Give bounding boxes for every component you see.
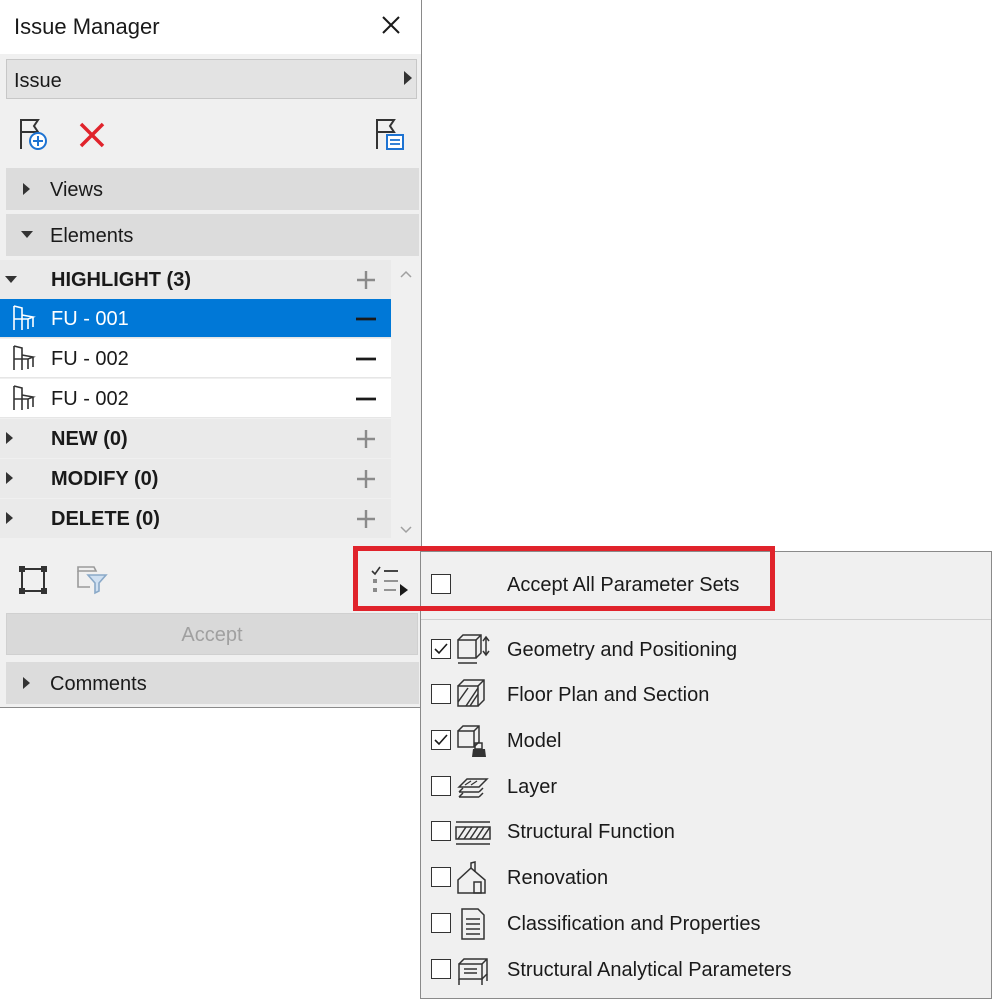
classification-and-properties-option[interactable]: Classification and Properties — [421, 902, 991, 946]
option-label: Structural Function — [507, 821, 675, 843]
collapsed-arrow-icon — [6, 432, 13, 444]
floor-plan-and-section-option[interactable]: Floor Plan and Section — [421, 673, 991, 717]
group-new[interactable]: NEW (0) — [0, 419, 391, 458]
issue-list-icon[interactable] — [370, 115, 410, 155]
filter-view-icon[interactable] — [74, 561, 110, 597]
bottom-toolbar — [0, 547, 421, 611]
delete-issue-icon[interactable] — [72, 115, 112, 155]
comments-label: Comments — [50, 673, 147, 695]
menu-divider — [421, 619, 991, 620]
renovation-icon — [457, 861, 486, 894]
scroll-down-icon[interactable] — [400, 526, 412, 534]
elements-list: HIGHLIGHT (3) FU - 001 FU - 002 FU - 002… — [0, 258, 392, 538]
accept-all-parameter-sets-option[interactable]: Accept All Parameter Sets — [421, 563, 991, 607]
remove-icon[interactable] — [352, 305, 380, 333]
issue-dropdown-value: Issue — [14, 70, 62, 92]
checkbox-unchecked[interactable] — [431, 684, 451, 704]
model-option[interactable]: Model — [421, 719, 991, 763]
collapsed-arrow-icon — [23, 677, 30, 689]
comments-section-header[interactable]: Comments — [6, 662, 419, 704]
checkbox-unchecked[interactable] — [431, 821, 451, 841]
geometry-and-positioning-option[interactable]: Geometry and Positioning — [421, 628, 991, 672]
group-label: NEW (0) — [51, 428, 128, 450]
title-bar: Issue Manager — [0, 0, 421, 54]
group-highlight[interactable]: HIGHLIGHT (3) — [0, 260, 391, 299]
checkbox-unchecked[interactable] — [431, 913, 451, 933]
model-icon — [457, 725, 486, 757]
views-section-header[interactable]: Views — [6, 168, 419, 210]
element-label: FU - 001 — [51, 308, 129, 330]
collapsed-arrow-icon — [23, 183, 30, 195]
structural-analytical-parameters-option[interactable]: Structural Analytical Parameters — [421, 948, 991, 992]
select-elements-icon[interactable] — [16, 563, 50, 597]
option-label: Accept All Parameter Sets — [507, 574, 740, 596]
chair-icon — [13, 385, 36, 410]
element-row[interactable]: FU - 002 — [0, 339, 391, 378]
option-label: Classification and Properties — [507, 913, 761, 935]
add-icon[interactable] — [352, 465, 380, 493]
collapsed-arrow-icon — [6, 512, 13, 524]
option-label: Floor Plan and Section — [507, 684, 710, 706]
scroll-up-icon[interactable] — [400, 270, 412, 278]
parameter-sets-popup: Accept All Parameter Sets Geometry and P… — [420, 551, 992, 999]
structural-analytical-icon — [458, 958, 488, 985]
element-label: FU - 002 — [51, 348, 129, 370]
option-label: Structural Analytical Parameters — [507, 959, 792, 981]
group-modify[interactable]: MODIFY (0) — [0, 459, 391, 498]
structural-function-option[interactable]: Structural Function — [421, 810, 991, 854]
geometry-icon — [457, 634, 490, 664]
checkbox-unchecked[interactable] — [431, 776, 451, 796]
chair-icon — [13, 305, 36, 330]
add-icon[interactable] — [352, 505, 380, 533]
group-label: DELETE (0) — [51, 508, 160, 530]
expanded-arrow-icon — [21, 231, 33, 238]
views-label: Views — [50, 179, 103, 201]
option-label: Layer — [507, 776, 558, 798]
option-label: Geometry and Positioning — [507, 639, 738, 661]
structural-function-icon — [455, 821, 491, 845]
element-row[interactable]: FU - 002 — [0, 379, 391, 418]
element-row[interactable]: FU - 001 — [0, 299, 391, 338]
elements-section-header[interactable]: Elements — [6, 214, 419, 256]
chair-icon — [13, 345, 36, 370]
remove-icon[interactable] — [352, 345, 380, 373]
elements-label: Elements — [50, 225, 134, 247]
parameter-sets-menu-icon[interactable] — [368, 561, 412, 601]
renovation-option[interactable]: Renovation — [421, 856, 991, 900]
group-label: MODIFY (0) — [51, 468, 159, 490]
classification-icon — [461, 908, 485, 940]
group-delete[interactable]: DELETE (0) — [0, 499, 391, 538]
collapsed-arrow-icon — [6, 472, 13, 484]
dropdown-arrow-icon — [404, 71, 412, 85]
window-title: Issue Manager — [14, 14, 160, 39]
accept-button[interactable]: Accept — [6, 613, 418, 655]
checkbox-checked[interactable] — [431, 639, 451, 659]
issue-manager-panel: Issue Manager Issue Views Elements HIGHL… — [0, 0, 422, 708]
checkbox-checked[interactable] — [431, 730, 451, 750]
layer-option[interactable]: Layer — [421, 765, 991, 809]
checkbox-unchecked[interactable] — [431, 574, 451, 594]
element-label: FU - 002 — [51, 388, 129, 410]
remove-icon[interactable] — [352, 385, 380, 413]
group-label: HIGHLIGHT (3) — [51, 269, 191, 291]
option-label: Model — [507, 730, 562, 752]
floor-plan-icon — [457, 679, 485, 707]
issue-dropdown[interactable]: Issue — [6, 59, 417, 99]
checkbox-unchecked[interactable] — [431, 867, 451, 887]
layer-icon — [457, 778, 489, 798]
expanded-arrow-icon — [5, 276, 17, 283]
checkbox-unchecked[interactable] — [431, 959, 451, 979]
new-issue-icon[interactable] — [14, 115, 54, 155]
add-icon[interactable] — [352, 266, 380, 294]
close-icon[interactable] — [376, 10, 406, 40]
option-label: Renovation — [507, 867, 609, 889]
add-icon[interactable] — [352, 425, 380, 453]
list-scrollbar[interactable] — [392, 258, 421, 540]
